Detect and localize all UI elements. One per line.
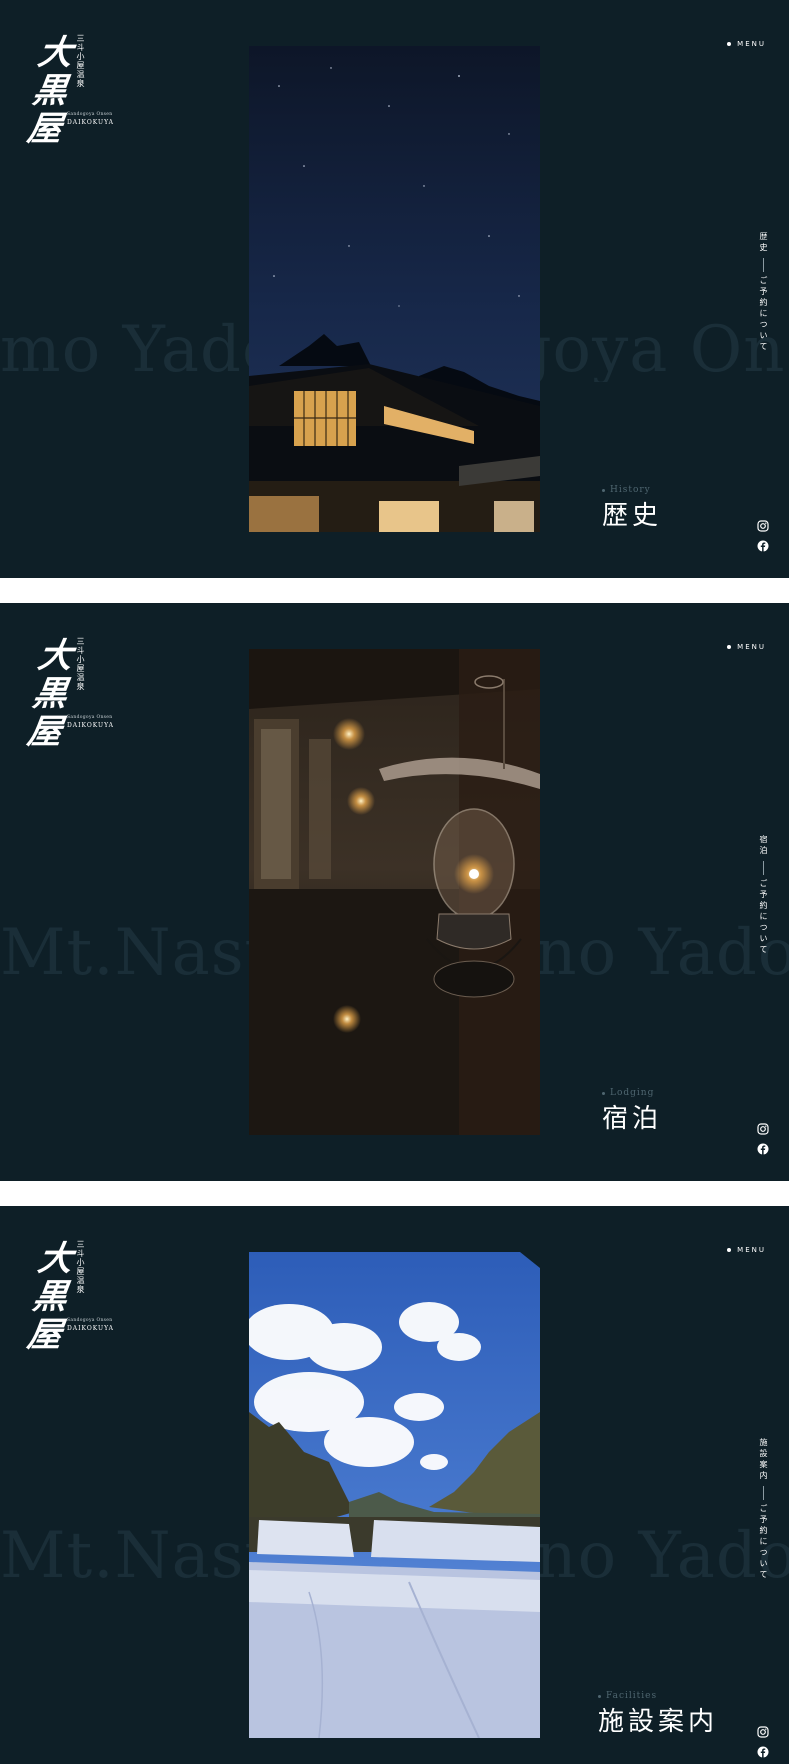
- social-links: [757, 520, 769, 552]
- site-logo[interactable]: 大黒屋 三斗小屋温泉 Sandogoya Onsen DAIKOKUYA: [25, 33, 117, 158]
- logo-kanji: 大黒屋: [24, 636, 76, 752]
- photo-night-lodge: [249, 46, 540, 532]
- social-links: [757, 1123, 769, 1155]
- section-heading[interactable]: History 歴史: [602, 485, 662, 531]
- menu-label: MENU: [737, 1246, 766, 1254]
- section-en-label: Facilities: [606, 1691, 658, 1701]
- panel-facilities: Mt.Nasu Lodge no Yado 大黒屋 三斗小屋温泉 Sandogo…: [0, 1206, 789, 1764]
- instagram-icon[interactable]: [757, 1726, 769, 1738]
- logo-romaji: Sandogoya Onsen: [67, 1318, 113, 1323]
- photo-sheets-sky: [249, 1252, 540, 1738]
- sheets-sky-image: [249, 1252, 540, 1738]
- panel-history: mo Yado Sandogoya Onsen 大黒屋 三斗小屋温泉 Sando…: [0, 0, 789, 578]
- side-nav-section-title[interactable]: 宿泊: [757, 835, 769, 857]
- side-nav-reservation-link[interactable]: ご予約について: [757, 879, 769, 956]
- menu-dot-icon: [727, 1248, 732, 1252]
- section-en-label: History: [610, 485, 651, 495]
- instagram-icon[interactable]: [757, 520, 769, 532]
- logo-kanji: 大黒屋: [24, 33, 76, 149]
- side-nav-divider: [762, 861, 764, 875]
- logo-name: DAIKOKUYA: [67, 119, 114, 126]
- page: mo Yado Sandogoya Onsen 大黒屋 三斗小屋温泉 Sando…: [0, 0, 789, 1764]
- logo-romaji: Sandogoya Onsen: [67, 112, 113, 117]
- panel-lodging: Mt.Nasu Lodge no Yado Sa 大黒屋 三斗小屋温泉 Sand…: [0, 603, 789, 1181]
- logo-vertical-text: 三斗小屋温泉: [76, 34, 85, 88]
- bullet-icon: [602, 1091, 605, 1095]
- side-nav-section-title[interactable]: 歴史: [757, 232, 769, 254]
- site-logo[interactable]: 大黒屋 三斗小屋温泉 Sandogoya Onsen DAIKOKUYA: [25, 636, 117, 761]
- oil-lamp-image: [249, 649, 540, 1135]
- facebook-icon[interactable]: [757, 1143, 769, 1155]
- side-nav-reservation-link[interactable]: ご予約について: [757, 1504, 769, 1581]
- section-jp-title: 施設案内: [598, 1707, 719, 1737]
- menu-button[interactable]: MENU: [727, 1246, 766, 1254]
- section-jp-title: 宿泊: [602, 1104, 663, 1134]
- menu-label: MENU: [737, 643, 766, 651]
- photo-oil-lamp: [249, 649, 540, 1135]
- facebook-icon[interactable]: [757, 1746, 769, 1758]
- bullet-icon: [598, 1694, 601, 1698]
- logo-vertical-text: 三斗小屋温泉: [76, 637, 85, 691]
- social-links: [757, 1726, 769, 1758]
- night-lodge-image: [249, 46, 540, 532]
- side-nav-divider: [762, 1486, 764, 1500]
- menu-dot-icon: [727, 42, 732, 46]
- menu-button[interactable]: MENU: [727, 643, 766, 651]
- menu-button[interactable]: MENU: [727, 40, 766, 48]
- section-jp-title: 歴史: [602, 501, 663, 531]
- logo-romaji: Sandogoya Onsen: [67, 715, 113, 720]
- section-heading[interactable]: Lodging 宿泊: [602, 1088, 662, 1134]
- logo-vertical-text: 三斗小屋温泉: [76, 1240, 85, 1294]
- side-nav: 歴史 ご予約について: [757, 232, 769, 353]
- side-nav-section-title[interactable]: 施設案内: [757, 1438, 769, 1482]
- section-heading[interactable]: Facilities 施設案内: [598, 1691, 718, 1737]
- side-nav: 施設案内 ご予約について: [757, 1438, 769, 1581]
- instagram-icon[interactable]: [757, 1123, 769, 1135]
- logo-name: DAIKOKUYA: [67, 722, 114, 729]
- menu-label: MENU: [737, 40, 766, 48]
- side-nav-reservation-link[interactable]: ご予約について: [757, 276, 769, 353]
- bullet-icon: [602, 488, 605, 492]
- logo-kanji: 大黒屋: [24, 1239, 76, 1355]
- facebook-icon[interactable]: [757, 540, 769, 552]
- section-en-label: Lodging: [610, 1088, 655, 1098]
- side-nav: 宿泊 ご予約について: [757, 835, 769, 956]
- side-nav-divider: [762, 258, 764, 272]
- logo-name: DAIKOKUYA: [67, 1325, 114, 1332]
- menu-dot-icon: [727, 645, 732, 649]
- site-logo[interactable]: 大黒屋 三斗小屋温泉 Sandogoya Onsen DAIKOKUYA: [25, 1239, 117, 1364]
